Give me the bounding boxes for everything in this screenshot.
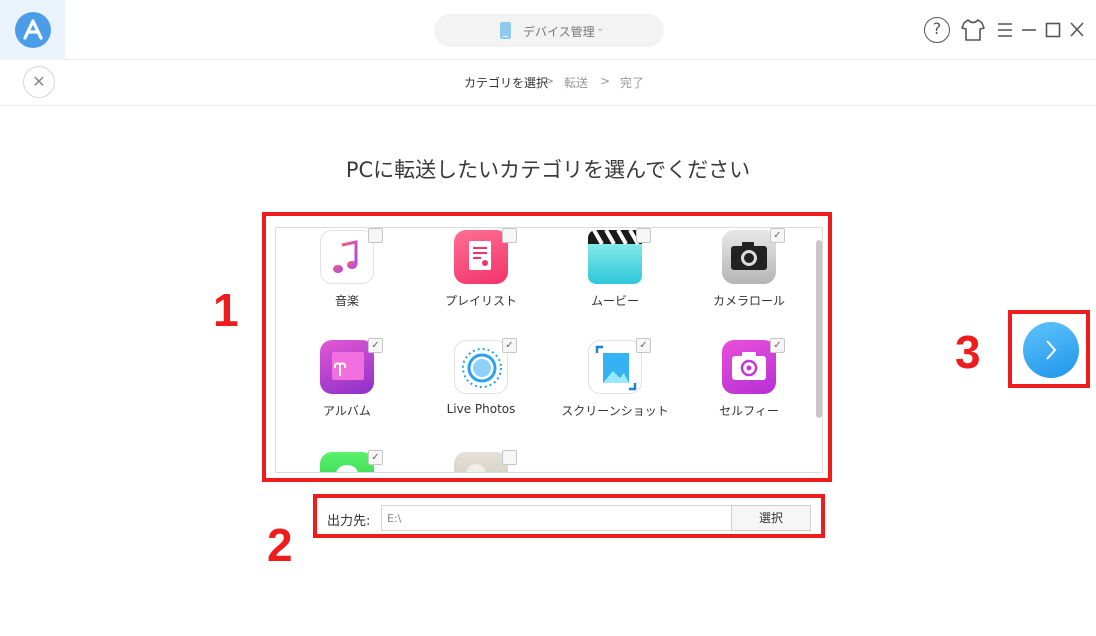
close-icon[interactable] <box>1068 17 1094 43</box>
page-title: PCに転送したいカテゴリを選んでください <box>345 158 751 182</box>
step-separator: > <box>600 74 611 88</box>
step-separator: > <box>544 74 555 88</box>
chevron-down-icon: ⌄ <box>596 23 605 34</box>
logo-area <box>0 0 65 60</box>
step-transfer: 転送 <box>564 76 589 90</box>
annotation-number-2: 2 <box>267 519 293 571</box>
title-bar: デバイス管理 ⌄ ? <box>0 0 1096 60</box>
maximize-icon[interactable] <box>1044 17 1070 43</box>
anytrans-logo-icon <box>15 12 51 48</box>
step-select-category: カテゴリを選択 <box>464 76 549 90</box>
help-icon[interactable]: ? <box>924 17 950 43</box>
steps-bar: ✕ カテゴリを選択 > 転送 > 完了 <box>0 60 1096 106</box>
device-selector[interactable]: デバイス管理 ⌄ <box>434 14 664 47</box>
annotation-number-1: 1 <box>213 284 239 336</box>
step-complete: 完了 <box>620 76 645 90</box>
phone-icon <box>500 22 511 39</box>
cancel-close-button[interactable]: ✕ <box>23 66 55 98</box>
skin-icon[interactable] <box>960 17 986 43</box>
device-name: デバイス管理 <box>523 25 595 39</box>
menu-icon[interactable] <box>996 17 1022 43</box>
minimize-icon[interactable] <box>1020 17 1046 43</box>
annotation-frame-grid <box>262 212 832 482</box>
annotation-frame-output <box>313 494 825 538</box>
annotation-number-3: 3 <box>955 326 981 378</box>
annotation-frame-next <box>1008 310 1090 388</box>
